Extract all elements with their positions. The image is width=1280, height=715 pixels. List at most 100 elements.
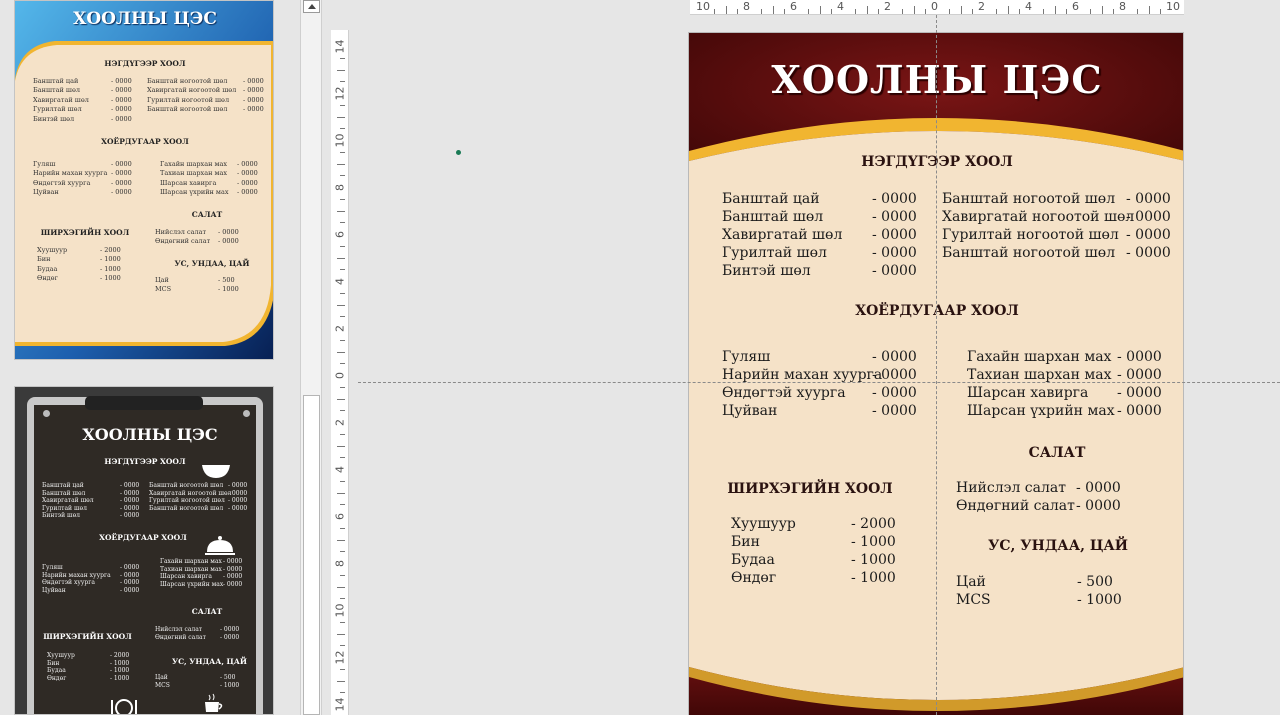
menu-item-name: Банштай ногоотой шөл	[147, 77, 228, 85]
ruler-tick	[340, 574, 345, 576]
menu-item-price: - 0000	[228, 497, 248, 505]
ruler-tick	[878, 9, 880, 14]
menu-item-price: - 0000	[872, 263, 917, 279]
menu-item-name: Банштай ногоотой шөл	[149, 482, 224, 489]
menu-item-name: Цай	[956, 574, 986, 590]
menu-item-name: Цуйван	[42, 586, 66, 594]
vertical-guide[interactable]	[936, 15, 937, 715]
menu-item-name: Өндөгтэй хуурга	[42, 579, 95, 587]
menu-item-name: MCS	[956, 592, 991, 608]
menu-item-name: Цуйван	[33, 188, 59, 197]
menu-item-price: - 0000	[872, 191, 917, 207]
horizontal-ruler[interactable]: 10 8 6 4 2 0 2 4 6 8 10	[690, 0, 1184, 15]
menu-item-name: Шарсан хавирга	[160, 573, 213, 581]
scroll-thumb[interactable]	[303, 395, 320, 715]
menu-item-name: Өндөгний салат	[155, 633, 206, 641]
ruler-tick	[925, 9, 927, 14]
ruler-tick	[972, 9, 974, 14]
menu-item-price: - 0000	[1117, 367, 1162, 383]
thumbnail-scrollbar[interactable]	[300, 0, 322, 715]
ruler-label: 4	[1025, 0, 1032, 13]
thumb1-heading-grill: ШИРХЭГИЙН ХООЛ	[40, 228, 130, 237]
menu-item-price: - 0000	[228, 482, 248, 489]
menu-item-name: Цай	[155, 276, 169, 284]
thumb2-heading-salad: САЛАТ	[191, 607, 223, 616]
menu-item-price: - 0000	[120, 579, 140, 587]
menu-item-price: - 0000	[220, 633, 240, 641]
ruler-tick	[340, 339, 345, 341]
ruler-tick	[831, 9, 833, 14]
ruler-tick	[340, 386, 345, 388]
ruler-label: 12	[333, 650, 347, 665]
menu-item-price: - 0000	[237, 169, 258, 178]
menu-item-price: - 0000	[120, 504, 140, 512]
ruler-tick	[337, 257, 345, 259]
coffee-cup-icon	[205, 693, 223, 712]
slide-thumbnail-1[interactable]: ХООЛНЫ ЦЭС НЭГДҮГЭЭР ХООЛ ХОЁРДУГААР ХОО…	[14, 0, 274, 360]
menu-item-price: - 0000	[111, 95, 132, 104]
menu-item-price: - 1000	[100, 274, 121, 283]
vertical-ruler[interactable]: 14 12 10 8 6 4 2 0 2 4 6 8 10 12 14	[331, 30, 349, 715]
ruler-label: 2	[884, 0, 891, 13]
ruler-tick	[340, 151, 345, 153]
menu-item-price: - 0000	[228, 489, 248, 497]
menu-item-name: Гахайн шархан мах	[967, 349, 1112, 365]
ruler-tick	[772, 6, 774, 14]
ruler-tick	[713, 9, 715, 14]
horizontal-guide[interactable]	[358, 382, 1280, 383]
menu-item-price: - 0000	[111, 160, 132, 168]
menu-item-name: Будаа	[47, 667, 66, 675]
slide-thumbnail-pane[interactable]: ХООЛНЫ ЦЭС НЭГДҮГЭЭР ХООЛ ХОЁРДУГААР ХОО…	[0, 0, 300, 715]
menu-item-price: - 2000	[100, 246, 121, 254]
ruler-tick	[1066, 9, 1068, 14]
menu-item-price: - 2000	[851, 516, 896, 532]
menu-item-name: Гурилтай шөл	[33, 105, 82, 114]
ruler-tick	[340, 245, 345, 247]
menu-item-price: - 0000	[243, 86, 264, 95]
ruler-tick	[1113, 9, 1115, 14]
ruler-tick	[337, 304, 345, 306]
bowl-icon	[202, 465, 230, 478]
ruler-tick	[866, 6, 868, 14]
presentation-editor: ХООЛНЫ ЦЭС НЭГДҮГЭЭР ХООЛ ХОЁРДУГААР ХОО…	[0, 0, 1280, 715]
thumb2-clip	[85, 396, 203, 410]
menu-item-price: - 500	[220, 674, 236, 681]
ruler-tick	[1007, 6, 1009, 14]
menu-item-name: Шарсан үхрийн мах	[160, 188, 229, 197]
ruler-tick	[340, 81, 345, 83]
heading-salad[interactable]: САЛАТ	[1007, 445, 1107, 461]
menu-item-price: - 0000	[243, 95, 264, 104]
ruler-tick	[340, 292, 345, 294]
menu-item-name: Хуушуур	[37, 246, 68, 254]
menu-item-name: Банштай ногоотой шөл	[942, 245, 1116, 261]
menu-item-price: - 0000	[237, 188, 258, 197]
slide-thumbnail-2[interactable]: ХООЛНЫ ЦЭС НЭГДҮГЭЭР ХООЛ ХОЁРДУГААР ХОО…	[14, 386, 274, 715]
ruler-tick	[819, 6, 821, 14]
heading-grill[interactable]: ШИРХЭГИЙН ХООЛ	[725, 481, 895, 497]
menu-item-price: - 0000	[111, 169, 132, 178]
menu-item-price: - 0000	[120, 586, 140, 594]
menu-item-name: Гахайн шархан мах	[160, 558, 222, 565]
ruler-label: 6	[790, 0, 797, 13]
ruler-label: 10	[333, 603, 347, 618]
ruler-label: 0	[333, 372, 347, 379]
menu-item-price: - 1000	[851, 534, 896, 550]
heading-drinks[interactable]: УС, УНДАА, ЦАЙ	[983, 538, 1133, 554]
ruler-tick	[948, 9, 950, 14]
ruler-label: 2	[333, 419, 347, 426]
ruler-tick	[340, 104, 345, 106]
menu-item-name: Гурилтай ногоотой шөл	[147, 95, 230, 104]
ruler-label: 10	[333, 133, 347, 148]
ruler-tick	[901, 9, 903, 14]
thumb2-heading-2: ХОЁРДУГААР ХООЛ	[99, 533, 187, 542]
menu-item-price: - 1000	[110, 674, 130, 682]
ruler-tick	[340, 57, 345, 59]
menu-item-name: Банштай шөл	[33, 86, 80, 95]
ruler-tick	[337, 633, 345, 635]
thumb1-title: ХООЛНЫ ЦЭС	[73, 9, 217, 29]
menu-item-name: Гурилтай шөл	[722, 245, 827, 261]
ruler-tick	[784, 9, 786, 14]
scroll-up-arrow[interactable]	[303, 0, 320, 13]
menu-item-price: - 0000	[120, 497, 140, 505]
menu-item-price: - 0000	[120, 489, 140, 497]
